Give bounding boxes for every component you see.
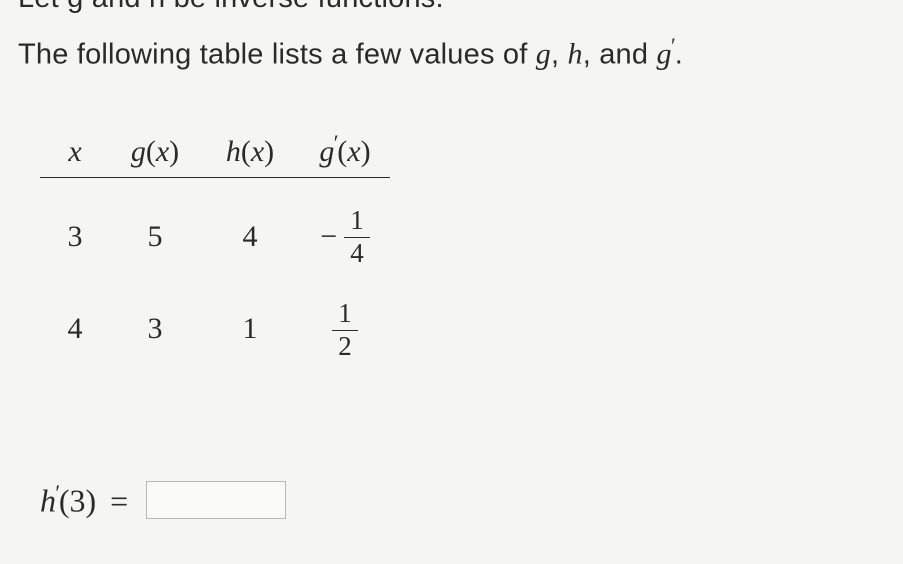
header-gx: g(x) [110,135,200,169]
cell-gx: 3 [110,312,200,346]
cell-x: 4 [40,312,110,346]
header-hx: h(x) [200,135,300,169]
answer-arg: 3 [69,483,85,519]
minus-sign: − [320,220,337,254]
fraction-denominator: 4 [344,237,370,269]
header-gx-fn: g [131,135,146,168]
answer-prompt: h′(3) = [40,480,286,520]
header-x-label: x [68,135,81,168]
header-hx-arg: x [251,135,264,168]
close-paren: ) [361,135,371,168]
fraction: 1 2 [332,299,358,361]
header-x: x [40,135,110,169]
intro-sep1: , [551,39,568,71]
intro-text: The following table lists a few values o… [18,33,683,72]
fraction-denominator: 2 [332,330,358,362]
intro-sep2: , and [583,39,657,71]
cell-hx: 1 [200,312,300,346]
cell-gx: 5 [110,220,200,254]
table-row: 3 5 4 − 1 4 [40,206,390,268]
fn-g: g [536,38,551,71]
answer-input[interactable] [146,481,286,519]
intro-prefix: The following table lists a few values o… [18,39,536,71]
cell-hx: 4 [200,220,300,254]
cell-gpx: − 1 4 [300,206,390,268]
header-gpx-arg: x [347,135,360,168]
fraction-numerator: 1 [344,206,370,237]
open-paren: ( [146,135,156,168]
open-paren: ( [59,483,70,519]
close-paren: ) [85,483,96,519]
answer-label: h′(3) = [40,480,134,520]
close-paren: ) [169,135,179,168]
cell-gpx: 1 2 [300,296,390,361]
open-paren: ( [337,135,347,168]
header-gpx: g′(x) [300,130,390,169]
intro-suffix: . [675,39,683,71]
header-hx-fn: h [226,135,241,168]
equals-sign: = [110,483,128,519]
values-table: x g(x) h(x) g′(x) 3 5 4 − 1 4 4 3 1 [40,130,390,362]
open-paren: ( [241,135,251,168]
close-paren: ) [264,135,274,168]
cutoff-context-text: Let g and h be inverse functions. [18,0,444,15]
table-header-row: x g(x) h(x) g′(x) [40,130,390,178]
fraction-numerator: 1 [332,299,358,330]
cell-x: 3 [40,220,110,254]
fn-h: h [568,38,583,71]
fraction: 1 4 [344,206,370,268]
header-gx-arg: x [156,135,169,168]
table-row: 4 3 1 1 2 [40,296,390,361]
